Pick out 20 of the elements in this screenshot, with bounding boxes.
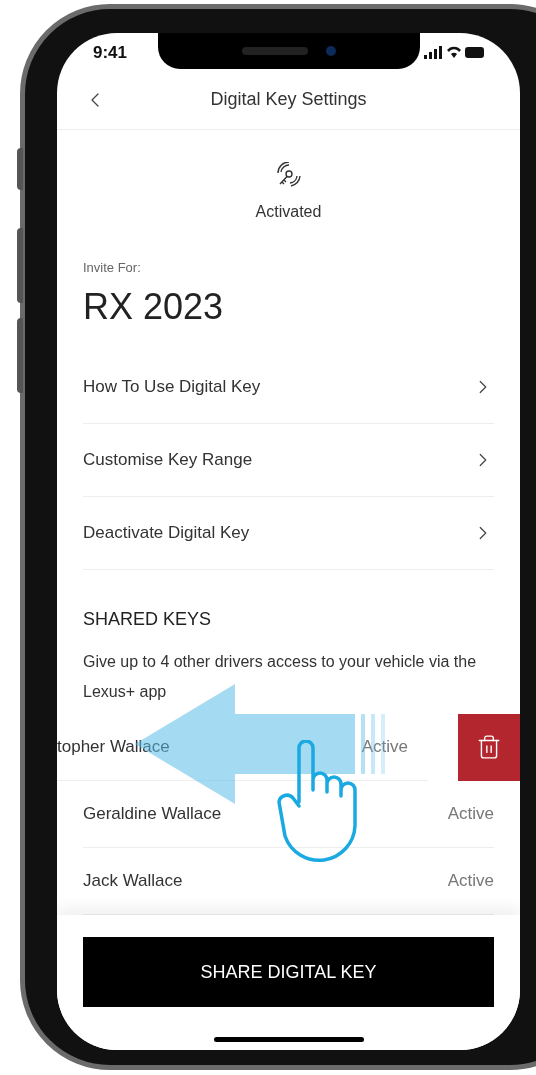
driver-name: Geraldine Wallace	[83, 802, 222, 825]
status-icons	[424, 45, 484, 60]
delete-button[interactable]	[458, 713, 520, 781]
status-time: 9:41	[93, 41, 128, 64]
key-status: Active	[361, 735, 408, 758]
vehicle-name: RX 2023	[83, 284, 225, 329]
key-status: Active	[447, 870, 494, 893]
driver-name: topher Wallace	[57, 735, 170, 758]
key-status: Active	[447, 802, 494, 825]
menu-item[interactable]: How To Use Digital Key	[83, 350, 494, 424]
section-description: Give up to 4 other drivers access to your vehicle via the Lexus+ app	[83, 651, 478, 702]
share-key-button[interactable]: SHARE DIGITAL KEY	[83, 937, 494, 1007]
invite-caption: Invite For:	[83, 259, 142, 277]
menu-item[interactable]: Deactivate Digital Key	[83, 496, 494, 570]
page-title: Digital Key Settings	[210, 88, 367, 111]
trash-icon	[476, 734, 502, 761]
section-heading: SHARED KEYS	[83, 607, 213, 631]
driver-name: Jack Wallace	[83, 870, 183, 893]
menu-item[interactable]: Customise Key Range	[83, 423, 494, 497]
key-status-label: Activated	[255, 202, 322, 222]
